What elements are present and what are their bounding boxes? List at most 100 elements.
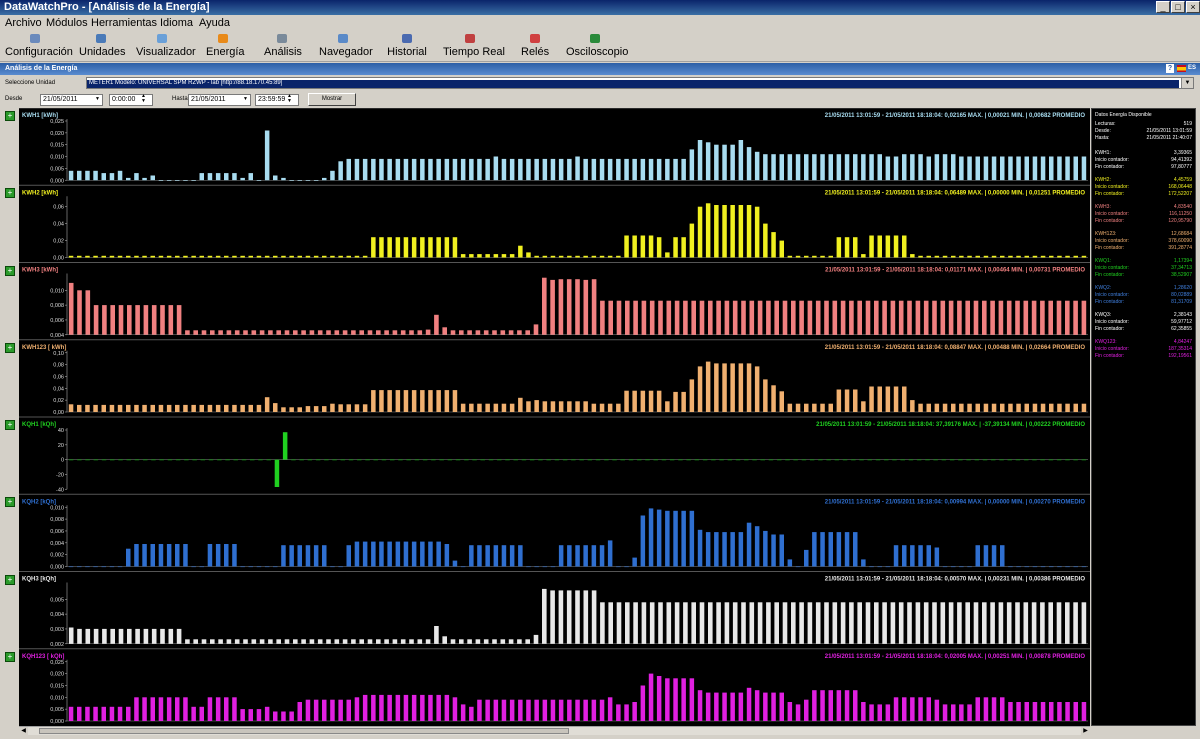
toolbar-energia-button[interactable]: Energía bbox=[206, 34, 245, 60]
data-bar bbox=[567, 255, 572, 258]
data-bar bbox=[918, 697, 923, 721]
data-bar bbox=[694, 459, 700, 461]
data-bar bbox=[85, 459, 90, 461]
data-bar bbox=[251, 639, 257, 644]
expand-panel-kqh1-button[interactable]: + bbox=[5, 420, 15, 430]
to-time-field[interactable]: 23:59:59 bbox=[255, 94, 299, 106]
menu-idioma[interactable]: Idioma bbox=[160, 17, 193, 29]
from-time-field[interactable]: 0:00:00 bbox=[109, 94, 153, 106]
minimize-button[interactable]: _ bbox=[1156, 1, 1170, 13]
data-bar bbox=[354, 255, 360, 258]
data-bar bbox=[109, 255, 115, 258]
scroll-thumb[interactable] bbox=[39, 728, 569, 734]
expand-panel-kwh1-button[interactable]: + bbox=[5, 111, 15, 121]
data-bar bbox=[575, 545, 580, 567]
data-bar bbox=[632, 235, 637, 258]
from-date-field[interactable]: 21/05/2011 bbox=[40, 94, 103, 106]
toolbar-configuracion-button[interactable]: Configuración bbox=[5, 34, 73, 60]
time-spinner-icon[interactable]: ▲ ▼ bbox=[287, 94, 292, 104]
data-bar bbox=[118, 628, 124, 644]
expand-panel-kqh123-button[interactable]: + bbox=[5, 651, 15, 662]
data-bar bbox=[1008, 403, 1013, 412]
expand-panel-kwh123-button[interactable]: + bbox=[5, 342, 15, 353]
data-bar bbox=[455, 459, 461, 461]
title-bar: DataWatchPro - [Análisis de la Energía] … bbox=[0, 0, 1200, 15]
browser-icon bbox=[338, 34, 348, 43]
toolbar-historial-button[interactable]: Historial bbox=[387, 34, 427, 60]
scroll-left-icon[interactable]: ◀ bbox=[19, 727, 28, 735]
data-bar bbox=[749, 602, 755, 644]
time-spinner-icon[interactable]: ▲ ▼ bbox=[141, 94, 146, 104]
close-button[interactable]: × bbox=[1186, 1, 1200, 13]
menu-herramientas[interactable]: Herramientas bbox=[91, 17, 157, 29]
data-bar bbox=[509, 699, 515, 721]
data-bar bbox=[1048, 300, 1053, 335]
data-bar bbox=[193, 330, 198, 335]
data-bar bbox=[571, 459, 576, 461]
data-bar bbox=[890, 602, 896, 644]
expand-panel-kwh2-button[interactable]: + bbox=[5, 188, 15, 199]
toolbar-unidades-button[interactable]: Unidades bbox=[79, 34, 125, 60]
data-bar bbox=[934, 255, 940, 258]
data-bar bbox=[907, 300, 912, 335]
data-bar bbox=[982, 459, 988, 461]
data-bar bbox=[999, 459, 1004, 461]
menu-ayuda[interactable]: Ayuda bbox=[199, 17, 230, 29]
data-bar bbox=[779, 154, 784, 181]
data-bar bbox=[77, 170, 82, 181]
summary-key: Desde: bbox=[1095, 128, 1111, 134]
data-bar bbox=[1073, 156, 1078, 181]
data-bar bbox=[289, 407, 294, 412]
language-code[interactable]: ES bbox=[1188, 65, 1196, 71]
data-bar bbox=[264, 130, 270, 181]
menu-archivo[interactable]: Archivo bbox=[5, 17, 42, 29]
data-bar bbox=[224, 544, 229, 567]
data-bar bbox=[697, 366, 703, 412]
summary-value: 168,06448 bbox=[1168, 184, 1192, 190]
data-bar bbox=[807, 300, 813, 335]
summary-value: 4,45759 bbox=[1173, 177, 1192, 183]
toolbar-osciloscopio-button[interactable]: Osciloscopio bbox=[566, 34, 628, 60]
unit-select[interactable]: METER1 Modelo: UNIVERSAL SPM RZWP - lab … bbox=[86, 77, 1194, 89]
toolbar-tiempo-real-button[interactable]: Tiempo Real bbox=[443, 34, 505, 60]
chevron-down-icon[interactable]: ▼ bbox=[243, 96, 248, 102]
data-bar bbox=[722, 532, 727, 567]
summary-value: 4,84247 bbox=[1173, 339, 1192, 345]
data-bar bbox=[1048, 602, 1053, 644]
toolbar-analisis-button[interactable]: Análisis bbox=[264, 34, 302, 60]
data-bar bbox=[297, 545, 302, 567]
expand-panel-kwh3-button[interactable]: + bbox=[5, 265, 15, 276]
maximize-button[interactable]: □ bbox=[1171, 1, 1185, 13]
expand-panel-kqh2-button[interactable]: + bbox=[5, 497, 15, 508]
show-button[interactable]: Mostrar bbox=[308, 93, 356, 106]
data-bar bbox=[763, 379, 768, 412]
horizontal-scrollbar[interactable]: ◀ ▶ bbox=[19, 726, 1090, 735]
spain-flag-icon[interactable] bbox=[1177, 65, 1186, 72]
toolbar-reles-button[interactable]: Relés bbox=[521, 34, 549, 60]
summary-value: 12,68684 bbox=[1171, 231, 1192, 237]
help-icon[interactable]: ? bbox=[1166, 64, 1174, 73]
to-date-field[interactable]: 21/05/2011 bbox=[188, 94, 251, 106]
data-bar bbox=[395, 541, 401, 567]
tick-label: 0,005 bbox=[50, 707, 64, 713]
data-bar bbox=[656, 237, 662, 258]
data-bar bbox=[509, 158, 515, 181]
toolbar-navegador-button[interactable]: Navegador bbox=[319, 34, 373, 60]
data-bar bbox=[910, 254, 915, 258]
data-bar bbox=[240, 404, 245, 412]
data-bar bbox=[812, 690, 817, 721]
menu-modulos[interactable]: Módulos bbox=[46, 17, 88, 29]
data-bar bbox=[93, 305, 99, 335]
data-bar bbox=[633, 300, 638, 335]
data-bar bbox=[926, 403, 931, 412]
chevron-down-icon[interactable]: ▼ bbox=[1181, 78, 1193, 88]
toolbar-visualizador-button[interactable]: Visualizador bbox=[136, 34, 196, 60]
data-bar bbox=[281, 711, 286, 721]
chevron-down-icon[interactable]: ▼ bbox=[95, 96, 100, 102]
scroll-right-icon[interactable]: ▶ bbox=[1081, 727, 1090, 735]
data-bar bbox=[309, 639, 315, 644]
data-bar bbox=[232, 697, 237, 721]
data-bar bbox=[951, 154, 956, 181]
data-bar bbox=[1032, 255, 1038, 258]
expand-panel-kqh3-button[interactable]: + bbox=[5, 574, 15, 585]
